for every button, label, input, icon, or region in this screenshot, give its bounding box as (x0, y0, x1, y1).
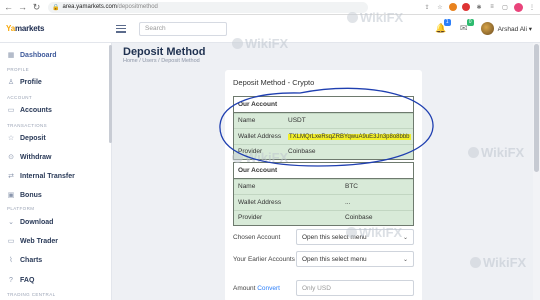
section-trading-central: TRADING CENTRAL (7, 292, 56, 297)
chart-icon: ⌇ (9, 257, 13, 264)
section-account: ACCOUNT (7, 95, 33, 100)
amount-input[interactable]: Only USD (296, 280, 414, 296)
watermark: WikiFX (468, 145, 524, 160)
share-icon[interactable]: ⇪ (423, 3, 431, 11)
earlier-accounts-select[interactable]: Open this select menu ⌄ (296, 251, 414, 267)
puzzle-icon[interactable]: ✱ (475, 3, 483, 11)
table-row: Provider Coinbase (234, 209, 413, 226)
card-title: Deposit Method - Crypto (233, 78, 315, 87)
deposit-card: Deposit Method - Crypto Our Account Name… (225, 70, 422, 300)
logo[interactable]: Yamarkets (0, 24, 112, 33)
breadcrumb: Home / Users / Deposit Method (123, 58, 200, 64)
accounts-icon: ▭ (7, 107, 15, 114)
sidebar-item-bonus[interactable]: ▣ Bonus (7, 191, 42, 200)
chevron-down-icon: ⌄ (402, 234, 408, 241)
sidebar-item-web-trader[interactable]: ▭ Web Trader (7, 237, 58, 246)
wallet-address[interactable]: TXLMQrLxeRsqZRBYqwuA9uE3Jn3p8o8bbb (288, 133, 411, 140)
user-menu[interactable]: Arshad Ali ▾ (480, 22, 532, 35)
monitor-icon: ▭ (7, 238, 15, 245)
withdraw-icon: ⊙ (8, 154, 14, 161)
earlier-accounts-row: Your Earlier Accounts Open this select m… (233, 251, 414, 267)
table-row: Provider Coinbase (234, 143, 413, 160)
playlist-icon[interactable]: ≡ (488, 3, 496, 11)
url-host: area.yamarkets.com (62, 4, 117, 10)
sidebar: ▦ Dashboard PROFILE ♙ Profile ACCOUNT ▭ Acc… (0, 43, 112, 300)
table-row: Name BTC (234, 178, 413, 195)
sidebar-item-faq[interactable]: ? FAQ (7, 276, 34, 284)
table-row: Wallet Address ... (234, 194, 413, 210)
account-table-header: Our Account (234, 97, 413, 113)
sidebar-item-internal-transfer[interactable]: ⇄ Internal Transfer (7, 172, 75, 181)
grid-icon: ▦ (7, 52, 15, 59)
sidebar-item-withdraw[interactable]: ⊙ Withdraw (7, 153, 51, 162)
chevron-down-icon: ⌄ (402, 256, 408, 263)
back-icon[interactable]: ← (3, 2, 14, 13)
help-icon: ? (9, 276, 13, 284)
earlier-accounts-label: Your Earlier Accounts (233, 255, 295, 263)
sidebar-item-profile[interactable]: ♙ Profile (7, 78, 42, 87)
browser-toolbar: ← → ↻ 🔒 area.yamarkets.com /depositmetho… (0, 0, 540, 15)
hamburger-icon[interactable] (116, 24, 126, 33)
app-header: Yamarkets Search 🔔 1 ✉ 0 Arshad Ali ▾ (0, 15, 540, 43)
sidebar-item-accounts[interactable]: ▭ Accounts (7, 106, 52, 115)
sidebar-item-download[interactable]: ⌄ Download (7, 218, 53, 227)
page-title: Deposit Method (123, 46, 206, 58)
account-table-header: Our Account (234, 163, 413, 179)
notification-badge: 1 (443, 18, 451, 26)
sidebar-item-deposit[interactable]: ☆ Deposit (7, 134, 46, 143)
extension-icon[interactable] (462, 3, 470, 11)
reload-icon[interactable]: ↻ (31, 2, 42, 13)
menu-icon[interactable]: ⋮ (528, 3, 536, 11)
section-platform: PLATFORM (7, 206, 35, 211)
bell-icon[interactable]: 🔔 1 (435, 18, 451, 35)
deposit-icon: ☆ (7, 135, 15, 142)
profile-icon[interactable] (514, 2, 523, 12)
account-table-usdt: Our Account Name USDT Wallet Address TXL… (233, 96, 414, 160)
address-bar[interactable]: 🔒 area.yamarkets.com /depositmethod (48, 1, 368, 13)
sidebar-item-dashboard[interactable]: ▦ Dashboard (7, 51, 57, 60)
bonus-icon: ▣ (7, 192, 15, 199)
transfer-icon: ⇄ (8, 173, 14, 180)
section-transactions: TRANSACTIONS (7, 123, 48, 128)
table-row: Name USDT (234, 112, 413, 129)
watermark: WikiFX (470, 255, 526, 270)
message-badge: 0 (466, 18, 474, 26)
forward-icon[interactable]: → (17, 2, 28, 13)
star-icon[interactable]: ☆ (436, 3, 444, 11)
amount-row: Amount Convert Only USD (233, 280, 414, 296)
download-icon: ⌄ (8, 219, 14, 226)
page-scrollbar-thumb[interactable] (534, 44, 539, 172)
chosen-account-label: Chosen Account (233, 233, 281, 241)
table-row: Wallet Address TXLMQrLxeRsqZRBYqwuA9uE3J… (234, 128, 413, 144)
lock-icon: 🔒 (52, 4, 60, 11)
account-table-btc: Our Account Name BTC Wallet Address ... … (233, 162, 414, 226)
sidebar-scrollbar[interactable] (109, 45, 112, 143)
message-icon[interactable]: ✉ 0 (458, 18, 474, 35)
amount-label: Amount Convert (233, 284, 280, 292)
metamask-icon[interactable] (449, 3, 457, 11)
chosen-account-row: Chosen Account Open this select menu ⌄ (233, 229, 414, 245)
search-input[interactable]: Search (139, 21, 227, 36)
user-name: Arshad Ali ▾ (497, 25, 532, 33)
window-icon[interactable]: ▢ (501, 3, 509, 11)
sidebar-item-charts[interactable]: ⌇ Charts (7, 256, 42, 265)
url-path: /depositmethod (116, 4, 158, 10)
chosen-account-select[interactable]: Open this select menu ⌄ (296, 229, 414, 245)
extensions-bar: ⇪ ☆ ✱ ≡ ▢ ⋮ (423, 2, 540, 12)
section-profile: PROFILE (7, 67, 30, 72)
convert-link[interactable]: Convert (257, 285, 280, 292)
user-icon: ♙ (7, 79, 15, 86)
avatar (480, 22, 494, 35)
